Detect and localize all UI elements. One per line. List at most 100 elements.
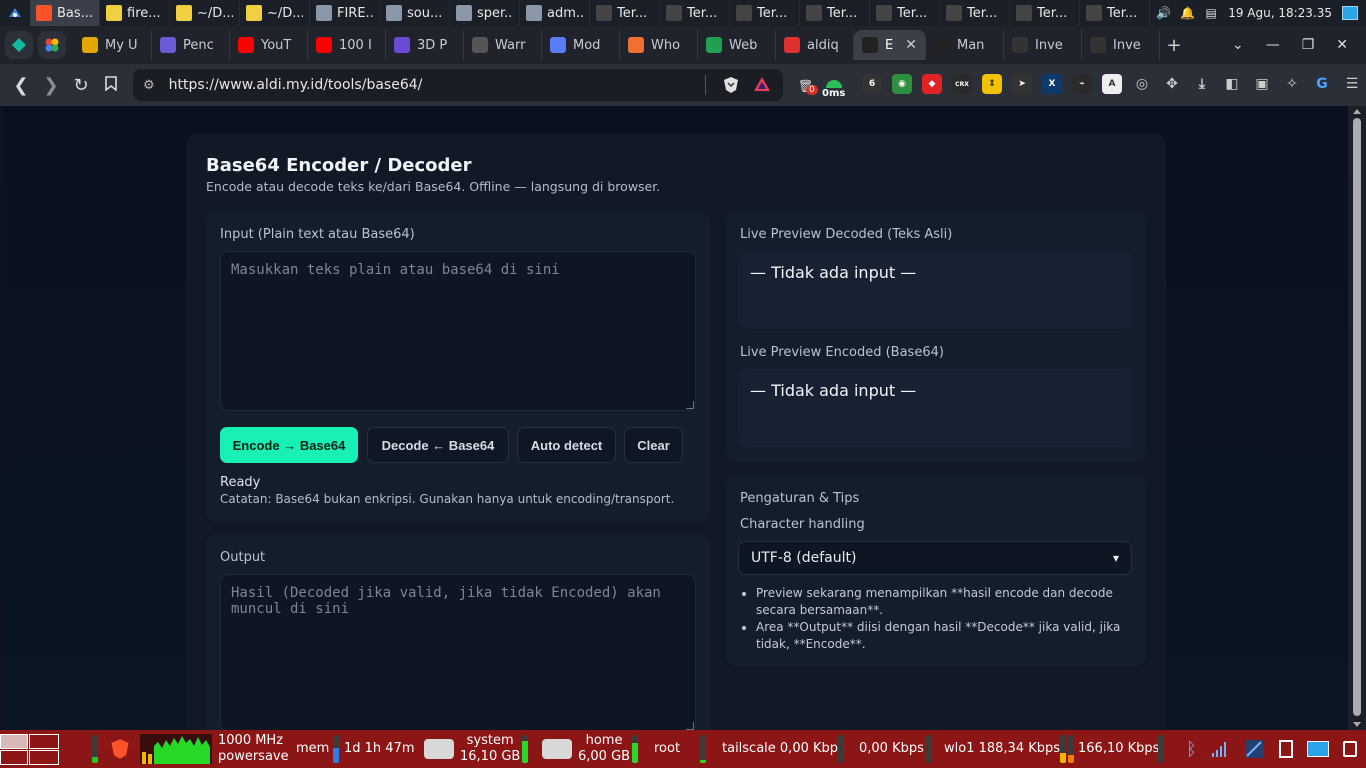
- net-wlo1-up[interactable]: 166,10 Kbps: [1078, 730, 1159, 768]
- auto-detect-button[interactable]: Auto detect: [517, 427, 616, 463]
- browser-tab-11[interactable]: Man: [926, 30, 1004, 60]
- wallet-icon[interactable]: ▣: [1252, 74, 1272, 94]
- url-text[interactable]: https://www.aldi.my.id/tools/base64/: [169, 77, 423, 93]
- os-task-6[interactable]: sper...: [450, 0, 520, 26]
- decode-button[interactable]: Decode ← Base64: [367, 427, 509, 463]
- disk-system-icon[interactable]: [424, 730, 454, 768]
- browser-tab-9[interactable]: aldiq: [776, 30, 854, 60]
- desktop-icon[interactable]: [1342, 6, 1358, 20]
- ext-red-icon[interactable]: ◆: [922, 74, 942, 94]
- workspace-pager[interactable]: [0, 730, 59, 768]
- cpu-freq-widget[interactable]: 1000 MHz powersave: [218, 730, 289, 768]
- browser-tab-1[interactable]: Penc: [152, 30, 230, 60]
- menu-hamburger-icon[interactable]: ☰: [1342, 74, 1362, 94]
- ext-getcrx-icon[interactable]: CRX: [952, 74, 972, 94]
- ext-cursor-icon[interactable]: ➤: [1012, 74, 1032, 94]
- wifi-signal-icon[interactable]: [1211, 740, 1229, 758]
- close-tab-icon[interactable]: ✕: [905, 37, 917, 53]
- net-tailscale-up[interactable]: 0,00 Kbps: [859, 730, 924, 768]
- address-bar[interactable]: ⚙ https://www.aldi.my.id/tools/base64/: [133, 69, 783, 101]
- scroll-down-icon[interactable]: [1353, 722, 1361, 727]
- clock[interactable]: 19 Agu, 18:23.35: [1228, 6, 1332, 20]
- output-textarea[interactable]: [220, 574, 696, 730]
- browser-tab-13[interactable]: Inve: [1082, 30, 1160, 60]
- volume-icon[interactable]: 🔊: [1156, 6, 1171, 20]
- encode-button[interactable]: Encode → Base64: [220, 427, 358, 463]
- clipboard-icon[interactable]: ▤: [1204, 6, 1218, 20]
- back-button[interactable]: ❮: [6, 75, 36, 96]
- os-task-11[interactable]: Ter...: [800, 0, 870, 26]
- leo-ai-icon[interactable]: ✧: [1282, 74, 1302, 94]
- os-task-13[interactable]: Ter...: [940, 0, 1010, 26]
- ext-colorpick-icon[interactable]: ◉: [892, 74, 912, 94]
- network-icon[interactable]: [1243, 738, 1265, 760]
- disk-root-label[interactable]: root: [654, 730, 680, 768]
- bookmark-button[interactable]: [96, 75, 126, 96]
- forward-button[interactable]: ❯: [36, 75, 66, 96]
- input-textarea[interactable]: [220, 251, 696, 411]
- power-icon[interactable]: [1342, 741, 1357, 757]
- workspace-4[interactable]: [29, 749, 59, 765]
- ext-circle-icon[interactable]: ◎: [1132, 74, 1152, 94]
- site-info-icon[interactable]: ⚙: [143, 78, 155, 93]
- browser-tab-10[interactable]: E ✕: [854, 30, 926, 60]
- disk-home-icon[interactable]: [542, 730, 572, 768]
- browser-tab-7[interactable]: Who: [620, 30, 698, 60]
- browser-tab-2[interactable]: YouT: [230, 30, 308, 60]
- sidebar-icon[interactable]: ◧: [1222, 74, 1242, 94]
- os-task-15[interactable]: Ter...: [1080, 0, 1150, 26]
- workspace-1[interactable]: [0, 733, 28, 749]
- brave-rewards-icon[interactable]: [753, 76, 771, 92]
- brave-launcher-icon[interactable]: [110, 730, 130, 768]
- browser-tab-4[interactable]: 3D P: [386, 30, 464, 60]
- browser-tab-6[interactable]: Mod: [542, 30, 620, 60]
- os-task-10[interactable]: Ter...: [730, 0, 800, 26]
- output-resize-handle-icon[interactable]: [686, 722, 694, 730]
- workspace-2[interactable]: [29, 733, 59, 749]
- net-tailscale[interactable]: tailscale 0,00 Kbps: [722, 730, 845, 768]
- extensions-puzzle-icon[interactable]: ✥: [1162, 74, 1182, 94]
- page-scrollbar[interactable]: [1348, 106, 1366, 730]
- browser-tab-0[interactable]: My U: [74, 30, 152, 60]
- disk-home-widget[interactable]: home 6,00 GB: [578, 730, 630, 768]
- disk-system-widget[interactable]: system 16,10 GB: [460, 730, 520, 768]
- charset-select[interactable]: UTF-8 (default) ▾: [738, 541, 1132, 575]
- os-task-5[interactable]: sou...: [380, 0, 450, 26]
- profile-icon[interactable]: G: [1312, 74, 1332, 94]
- browser-tab-5[interactable]: Warr: [464, 30, 542, 60]
- os-task-1[interactable]: fire...: [100, 0, 170, 26]
- download-icon[interactable]: ⤓: [1192, 74, 1212, 94]
- clear-button[interactable]: Clear: [624, 427, 683, 463]
- reload-button[interactable]: ↻: [66, 75, 96, 96]
- workspace-3[interactable]: [0, 749, 28, 765]
- tab-search-icon[interactable]: ⌄: [1232, 37, 1244, 53]
- minimize-button[interactable]: —: [1266, 37, 1280, 53]
- scroll-thumb[interactable]: [1353, 118, 1361, 716]
- os-task-7[interactable]: adm...: [520, 0, 590, 26]
- browser-tab-8[interactable]: Web: [698, 30, 776, 60]
- screen-icon[interactable]: [1306, 741, 1329, 757]
- os-task-2[interactable]: ~/D...: [170, 0, 240, 26]
- ext-ping[interactable]: 0ms: [822, 80, 846, 99]
- app-menu-icon[interactable]: [0, 0, 30, 26]
- resize-handle-icon[interactable]: [686, 401, 694, 409]
- os-task-8[interactable]: Ter...: [590, 0, 660, 26]
- ext-yellow-icon[interactable]: ⇕: [982, 74, 1002, 94]
- ext-6-icon[interactable]: 6: [862, 74, 882, 94]
- ext-bat-icon[interactable]: ⌁: [1072, 74, 1092, 94]
- pinned-tab-2[interactable]: [38, 31, 66, 59]
- os-task-4[interactable]: FIRE...: [310, 0, 380, 26]
- ext-x-icon[interactable]: X: [1042, 74, 1062, 94]
- os-task-9[interactable]: Ter...: [660, 0, 730, 26]
- close-window-button[interactable]: ✕: [1336, 37, 1348, 53]
- brave-shield-icon[interactable]: [723, 76, 739, 94]
- ext-trash[interactable]: 🗑 0: [798, 75, 818, 95]
- browser-tab-3[interactable]: 100 I: [308, 30, 386, 60]
- os-task-0[interactable]: Bas...: [30, 0, 100, 26]
- ext-a-icon[interactable]: A: [1102, 74, 1122, 94]
- new-tab-button[interactable]: +: [1160, 35, 1188, 56]
- memory-widget[interactable]: mem: [296, 730, 340, 768]
- pinned-tab-1[interactable]: [5, 31, 33, 59]
- bluetooth-icon[interactable]: ᛒ: [1186, 739, 1197, 760]
- os-task-14[interactable]: Ter...: [1010, 0, 1080, 26]
